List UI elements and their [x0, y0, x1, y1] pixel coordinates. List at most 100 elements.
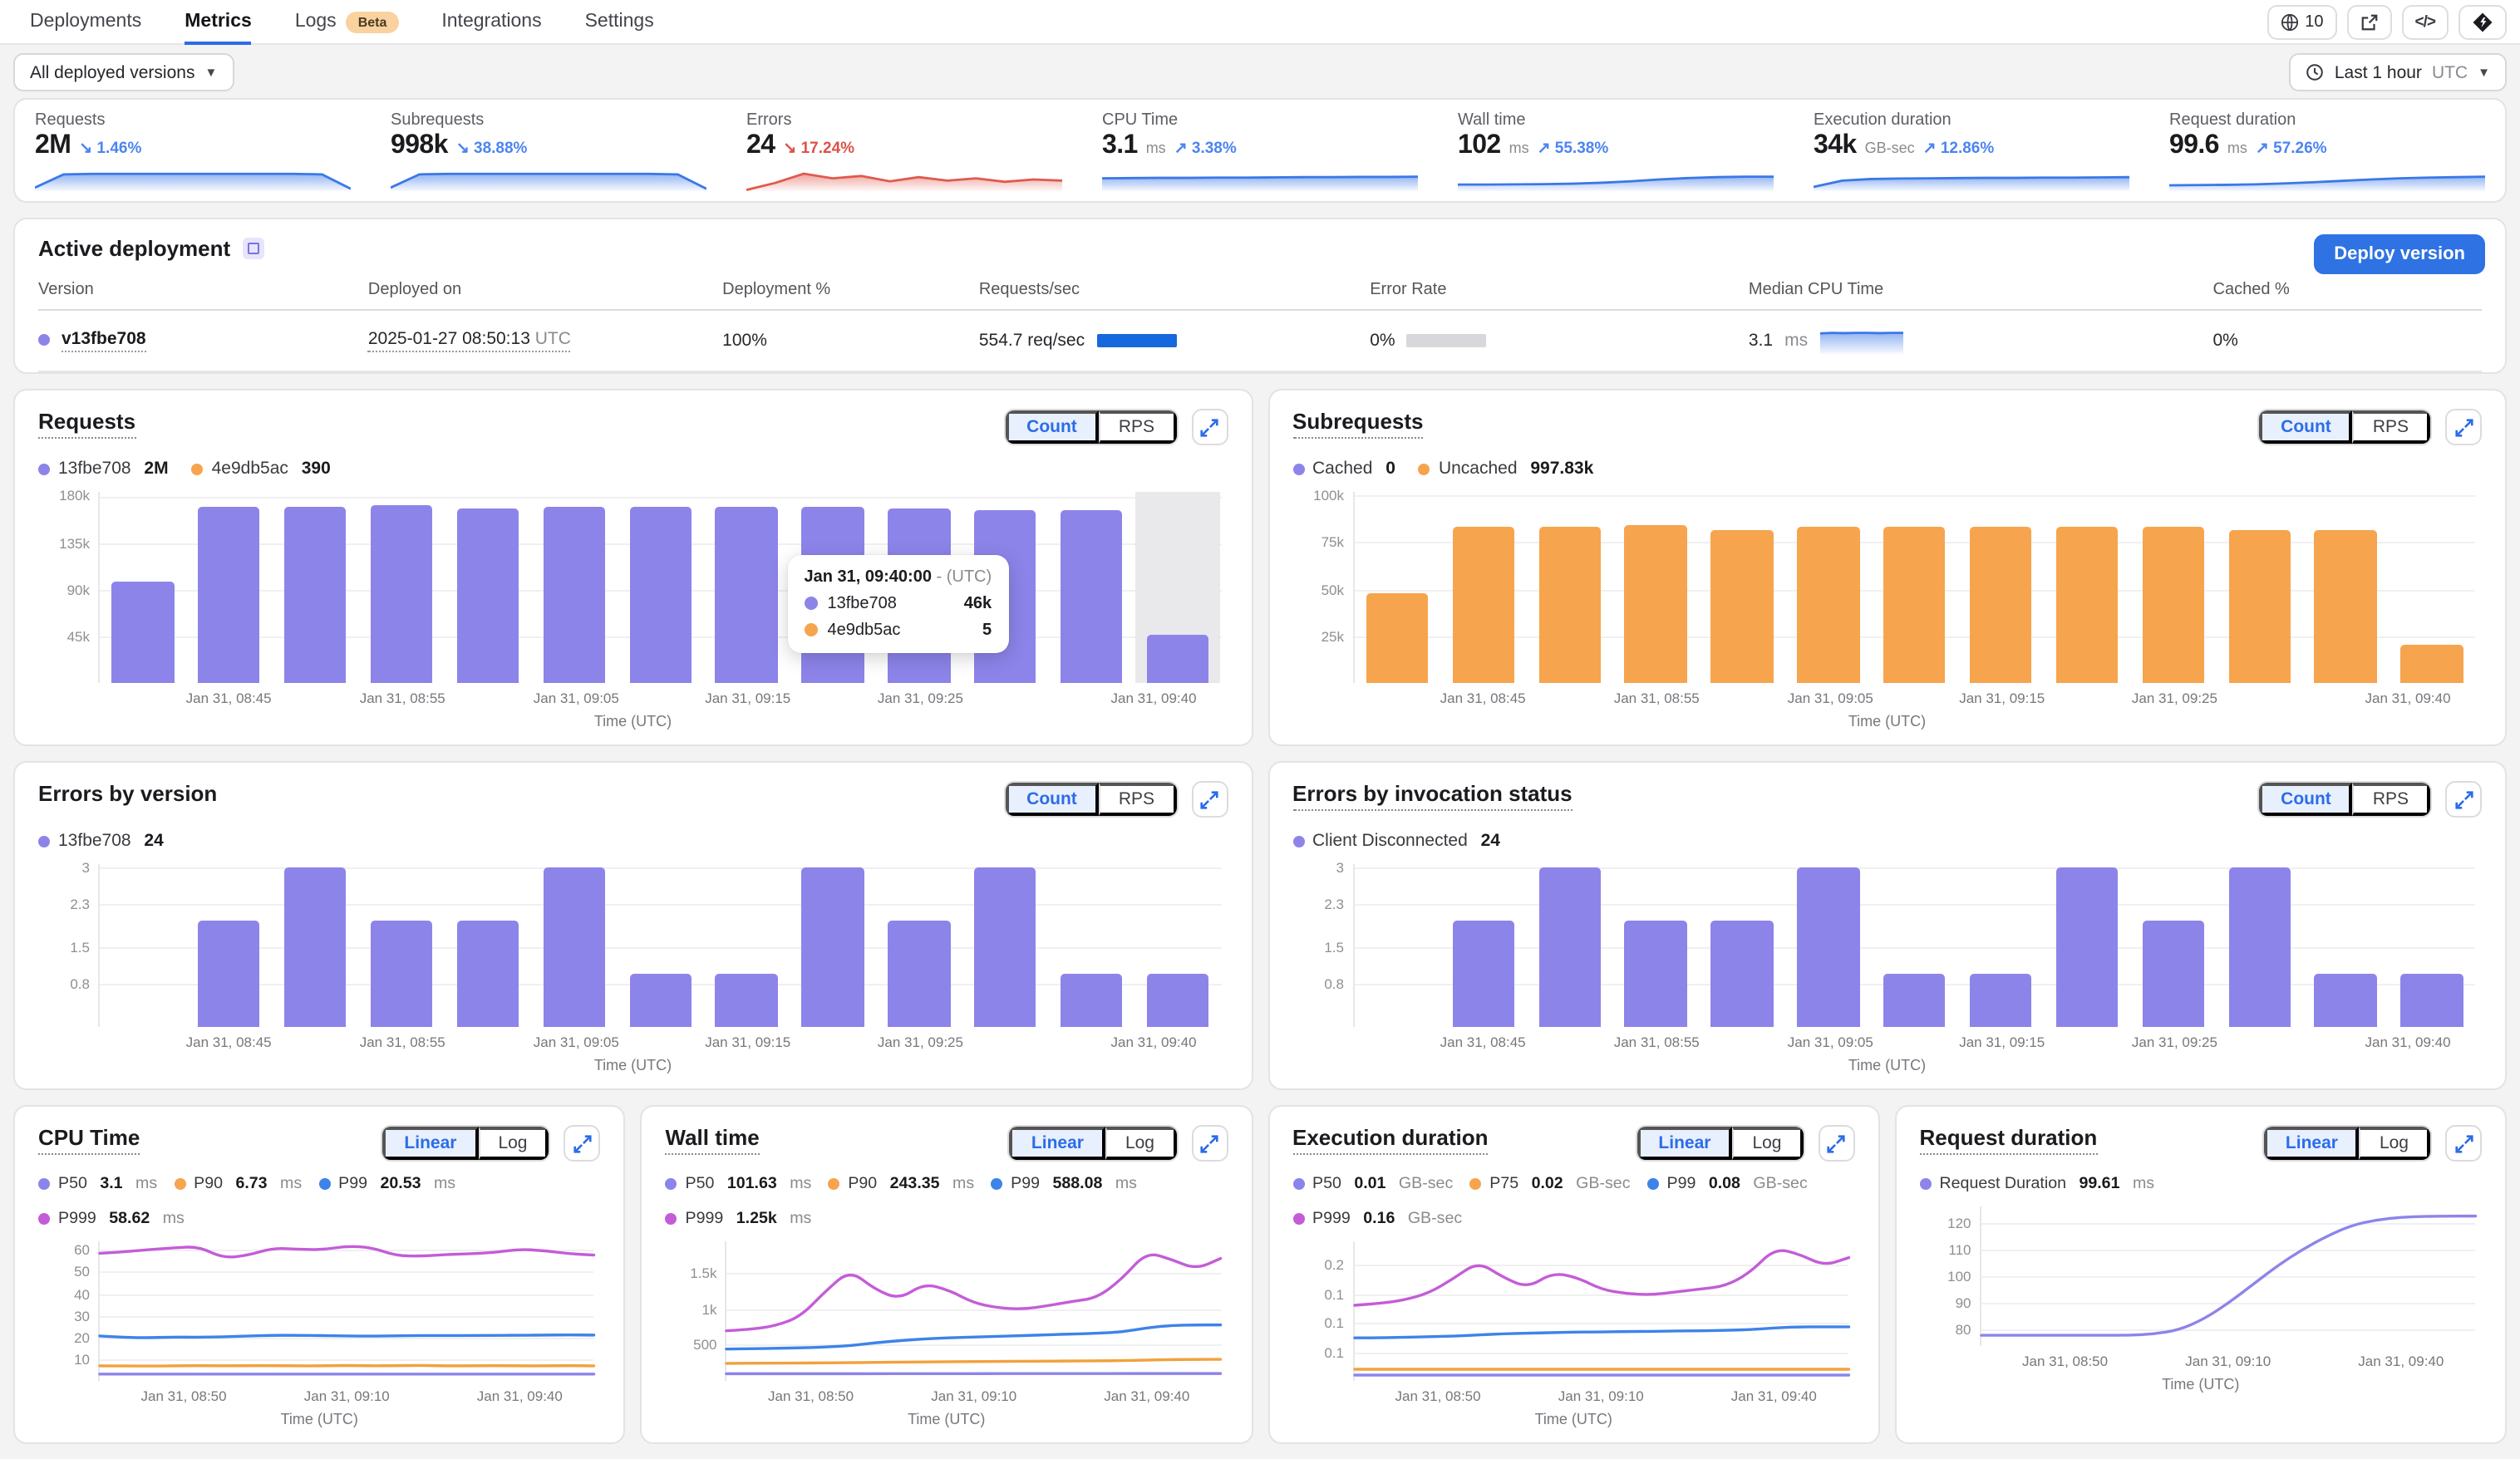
requests-chart[interactable]: 180k 135k 90k 45k Jan 31, 08:45 Jan 31, 08:55… [38, 488, 1228, 706]
toggle-option-log[interactable]: Log [1732, 1127, 1804, 1160]
legend-item[interactable]: P999 58.62 ms [38, 1210, 185, 1228]
tab-settings[interactable]: Settings [585, 0, 654, 43]
bar[interactable] [1060, 973, 1123, 1027]
expand-chart-button[interactable] [1191, 781, 1228, 818]
bar[interactable] [1969, 527, 2032, 683]
legend-item[interactable]: P75 0.02 GB-sec [1469, 1175, 1631, 1193]
bar[interactable] [2142, 920, 2205, 1027]
bar[interactable] [543, 867, 606, 1027]
deploy-version-button[interactable]: Deploy version [2314, 234, 2485, 274]
expand-chart-button[interactable] [1191, 1125, 1228, 1162]
bar[interactable] [284, 867, 347, 1027]
expand-chart-button[interactable] [1818, 1125, 1855, 1162]
toggle-option-count[interactable]: Count [1005, 783, 1099, 816]
errors-by-status-chart[interactable]: 3 2.3 1.5 0.8 Jan 31, 08:45 Jan 31, 08:55 Jan … [1292, 858, 2482, 1050]
legend-item[interactable]: Client Disconnected 24 [1292, 831, 1500, 851]
bar[interactable] [629, 973, 692, 1027]
bar[interactable] [715, 506, 778, 683]
bar[interactable] [456, 508, 519, 683]
toggle-option-linear[interactable]: Linear [382, 1127, 479, 1160]
legend-item[interactable]: P50 0.01 GB-sec [1292, 1175, 1453, 1193]
legend-item[interactable]: P999 1.25k ms [665, 1210, 811, 1228]
tab-logs[interactable]: Logs Beta [295, 0, 399, 43]
bar[interactable] [1797, 527, 1860, 683]
toggle-option-log[interactable]: Log [2359, 1127, 2430, 1160]
cpu-time-chart[interactable]: 60 50 40 30 20 10 Jan 31, 08:50 Jan 31, 09:10 Ja… [38, 1241, 601, 1404]
bar[interactable] [974, 867, 1036, 1027]
legend-item[interactable]: 13fbe708 24 [38, 831, 164, 851]
bar[interactable] [284, 506, 347, 683]
bar[interactable] [198, 506, 260, 683]
bar[interactable] [456, 920, 519, 1027]
bar[interactable] [1146, 973, 1209, 1027]
bar[interactable] [801, 867, 864, 1027]
legend-item[interactable]: P99 588.08 ms [991, 1175, 1137, 1193]
globe-count-button[interactable]: 10 [2267, 4, 2337, 39]
legend-item[interactable]: P50 101.63 ms [665, 1175, 811, 1193]
bar[interactable] [1883, 527, 1946, 683]
toggle-option-count[interactable]: Count [2259, 410, 2353, 444]
bar[interactable] [2228, 867, 2291, 1027]
bar[interactable] [2400, 645, 2463, 683]
bar[interactable] [1710, 529, 1774, 683]
expand-chart-button[interactable] [2445, 781, 2482, 818]
toggle-option-log[interactable]: Log [478, 1127, 549, 1160]
workers-logo-button[interactable] [2458, 4, 2507, 39]
bar[interactable] [2314, 529, 2377, 683]
version-name[interactable]: v13fbe708 [62, 328, 146, 351]
bar[interactable] [1624, 920, 1687, 1027]
bar[interactable] [543, 507, 606, 683]
tab-metrics[interactable]: Metrics [185, 0, 253, 45]
bar[interactable] [1452, 920, 1514, 1027]
legend-item[interactable]: P90 6.73 ms [174, 1175, 302, 1193]
toggle-option-linear[interactable]: Linear [1009, 1127, 1105, 1160]
bar[interactable] [1146, 635, 1209, 683]
bar[interactable] [888, 920, 951, 1027]
toggle-option-rps[interactable]: RPS [1098, 410, 1176, 444]
bar[interactable] [1883, 973, 1946, 1027]
bar[interactable] [370, 920, 433, 1027]
bar[interactable] [2400, 973, 2463, 1027]
expand-chart-button[interactable] [564, 1125, 601, 1162]
toggle-option-linear[interactable]: Linear [2263, 1127, 2360, 1160]
open-external-button[interactable] [2346, 4, 2392, 39]
legend-item[interactable]: 13fbe708 2M [38, 459, 169, 479]
legend-item[interactable]: Cached 0 [1292, 459, 1395, 479]
bar[interactable] [629, 506, 692, 683]
legend-item[interactable]: Request Duration 99.61 ms [1919, 1175, 2154, 1193]
request-duration-chart[interactable]: 120 110 100 90 80 Jan 31, 08:50 Jan 31, 09:10 J… [1920, 1206, 2483, 1369]
bar[interactable] [1969, 973, 2032, 1027]
expand-chart-button[interactable] [2445, 409, 2482, 445]
tab-integrations[interactable]: Integrations [441, 0, 541, 43]
bar[interactable] [2055, 527, 2119, 683]
tab-deployments[interactable]: Deployments [30, 0, 141, 43]
bar[interactable] [1538, 527, 1601, 683]
bar[interactable] [1624, 525, 1687, 683]
legend-item[interactable]: P999 0.16 GB-sec [1292, 1210, 1462, 1228]
bar[interactable] [2142, 527, 2205, 683]
subrequests-chart[interactable]: 100k 75k 50k 25k Jan 31, 08:45 Jan 31, 08:55 J… [1292, 488, 2482, 706]
legend-item[interactable]: P99 20.53 ms [318, 1175, 455, 1193]
version-cell[interactable]: v13fbe708 [38, 326, 368, 354]
bar[interactable] [1452, 527, 1514, 683]
toggle-option-count[interactable]: Count [1005, 410, 1099, 444]
bar[interactable] [1366, 592, 1429, 683]
expand-chart-button[interactable] [1191, 409, 1228, 445]
wall-time-chart[interactable]: 1.5k 1k 500 Jan 31, 08:50 Jan 31, 09:10 Jan 3… [666, 1241, 1228, 1404]
versions-dropdown[interactable]: All deployed versions ▼ [13, 53, 234, 91]
expand-chart-button[interactable] [2445, 1125, 2482, 1162]
bar[interactable] [2228, 529, 2291, 683]
bar[interactable] [1710, 920, 1774, 1027]
legend-item[interactable]: P50 3.1 ms [38, 1175, 157, 1193]
legend-item[interactable]: 4e9db5ac 390 [191, 459, 331, 479]
errors-by-version-chart[interactable]: 3 2.3 1.5 0.8 Jan 31, 08:45 Jan 31, 08:55 Jan … [38, 858, 1228, 1050]
legend-item[interactable]: P99 0.08 GB-sec [1646, 1175, 1808, 1193]
bar[interactable] [2055, 867, 2119, 1027]
toggle-option-rps[interactable]: RPS [2352, 783, 2430, 816]
legend-item[interactable]: Uncached 997.83k [1418, 459, 1593, 479]
bar[interactable] [370, 505, 433, 683]
bar[interactable] [198, 920, 260, 1027]
legend-item[interactable]: P90 243.35 ms [828, 1175, 974, 1193]
deployed-on-value[interactable]: 2025-01-27 08:50:13 UTC [367, 328, 571, 351]
toggle-option-count[interactable]: Count [2259, 783, 2353, 816]
